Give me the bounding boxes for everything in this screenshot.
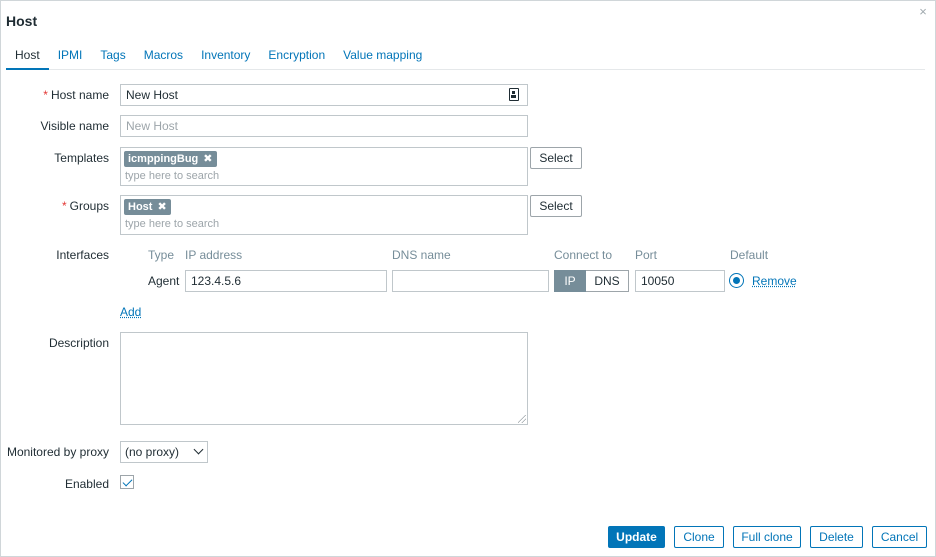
tab-ipmi[interactable]: IPMI xyxy=(49,43,92,70)
tab-encryption[interactable]: Encryption xyxy=(259,43,334,70)
update-button[interactable]: Update xyxy=(608,526,665,548)
id-card-icon[interactable] xyxy=(509,88,519,101)
connect-dns-button[interactable]: DNS xyxy=(586,270,629,292)
clone-button[interactable]: Clone xyxy=(674,526,724,548)
cancel-button[interactable]: Cancel xyxy=(872,526,927,548)
full-clone-button[interactable]: Full clone xyxy=(733,526,801,548)
tab-value-mapping[interactable]: Value mapping xyxy=(334,43,431,70)
host-name-label: * Host name xyxy=(43,88,109,102)
col-port: Port xyxy=(635,248,658,262)
visible-name-label: Visible name xyxy=(40,119,109,133)
connect-to-toggle: IP DNS xyxy=(554,270,629,292)
interface-dns-input[interactable] xyxy=(392,270,549,292)
description-textarea[interactable] xyxy=(120,332,528,425)
tab-tags[interactable]: Tags xyxy=(91,43,134,70)
delete-button[interactable]: Delete xyxy=(810,526,863,548)
remove-tag-icon[interactable]: ✖ xyxy=(203,153,212,165)
dialog-title: Host xyxy=(6,13,38,29)
tab-macros[interactable]: Macros xyxy=(135,43,192,70)
connect-ip-button[interactable]: IP xyxy=(554,270,586,292)
interface-port-input[interactable]: 10050 xyxy=(635,270,725,292)
enabled-checkbox[interactable] xyxy=(120,475,134,489)
groups-multiselect[interactable]: Host ✖ type here to search xyxy=(120,195,528,235)
interface-type: Agent xyxy=(148,274,180,288)
visible-name-input[interactable]: New Host xyxy=(120,115,528,137)
add-interface-link[interactable]: Add xyxy=(120,305,141,319)
interfaces-label: Interfaces xyxy=(56,248,109,262)
host-name-input[interactable]: New Host xyxy=(120,84,528,106)
groups-label: * Groups xyxy=(61,199,109,213)
tab-host[interactable]: Host xyxy=(6,43,49,70)
enabled-label: Enabled xyxy=(64,477,109,491)
proxy-label: Monitored by proxy xyxy=(6,445,109,459)
templates-select-button[interactable]: Select xyxy=(530,147,582,169)
resize-handle[interactable] xyxy=(518,415,526,423)
groups-select-button[interactable]: Select xyxy=(530,195,582,217)
chevron-down-icon xyxy=(193,444,204,455)
default-radio[interactable] xyxy=(729,273,744,288)
templates-search-placeholder[interactable]: type here to search xyxy=(125,170,219,182)
interface-ip-input[interactable]: 123.4.5.6 xyxy=(185,270,387,292)
tab-bar: Host IPMI Tags Macros Inventory Encrypti… xyxy=(6,43,925,70)
templates-multiselect[interactable]: icmppingBug ✖ type here to search xyxy=(120,147,528,186)
remove-interface-link[interactable]: Remove xyxy=(752,274,797,288)
tab-inventory[interactable]: Inventory xyxy=(192,43,259,70)
template-tag: icmppingBug ✖ xyxy=(124,151,217,167)
host-dialog: Host × Host IPMI Tags Macros Inventory E… xyxy=(0,0,936,557)
col-type: Type xyxy=(148,248,175,262)
col-ip-address: IP address xyxy=(185,248,243,262)
remove-tag-icon[interactable]: ✖ xyxy=(157,201,166,213)
templates-label: Templates xyxy=(54,151,109,165)
col-dns-name: DNS name xyxy=(392,248,451,262)
groups-search-placeholder[interactable]: type here to search xyxy=(125,218,219,230)
group-tag: Host ✖ xyxy=(124,199,171,215)
required-mark: * xyxy=(61,199,67,213)
description-label: Description xyxy=(48,336,109,350)
col-connect-to: Connect to xyxy=(554,248,613,262)
proxy-select[interactable]: (no proxy) xyxy=(120,441,208,463)
required-mark: * xyxy=(43,88,48,102)
col-default: Default xyxy=(730,248,769,262)
close-icon[interactable]: × xyxy=(917,5,929,18)
